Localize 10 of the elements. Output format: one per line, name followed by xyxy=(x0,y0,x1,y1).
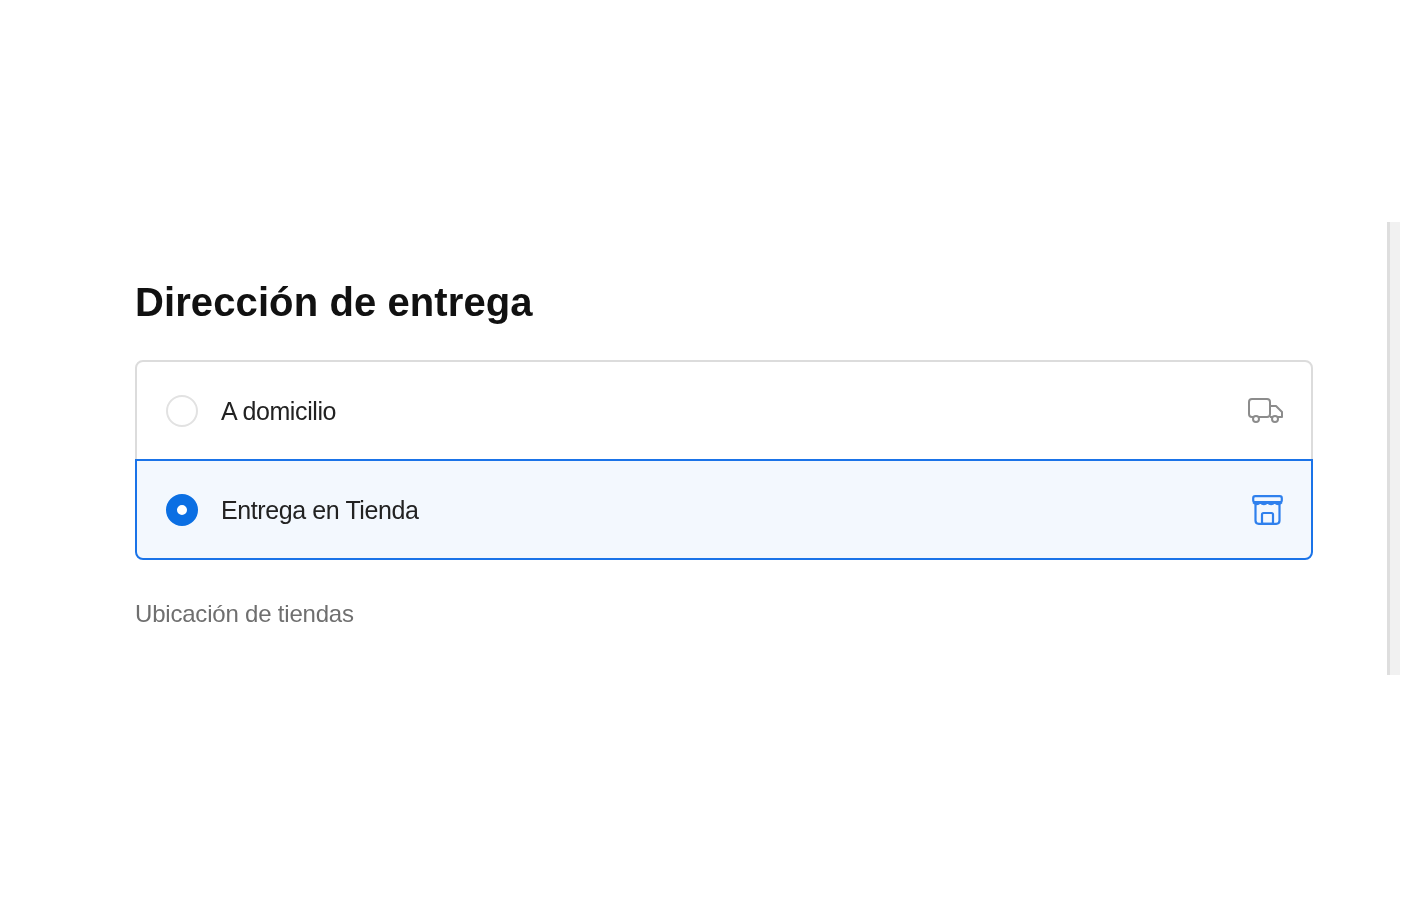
store-locations-label: Ubicación de tiendas xyxy=(135,599,354,628)
scrollbar[interactable] xyxy=(1387,222,1400,675)
section-heading: Dirección de entrega xyxy=(135,279,533,326)
delivery-option[interactable]: Entrega en Tienda xyxy=(135,459,1313,560)
delivery-option[interactable]: A domicilio xyxy=(135,360,1313,461)
option-label: Entrega en Tienda xyxy=(221,494,419,525)
truck-icon xyxy=(1248,398,1283,423)
radio-button[interactable] xyxy=(166,493,198,526)
option-label: A domicilio xyxy=(221,395,337,426)
store-icon xyxy=(1252,494,1283,525)
